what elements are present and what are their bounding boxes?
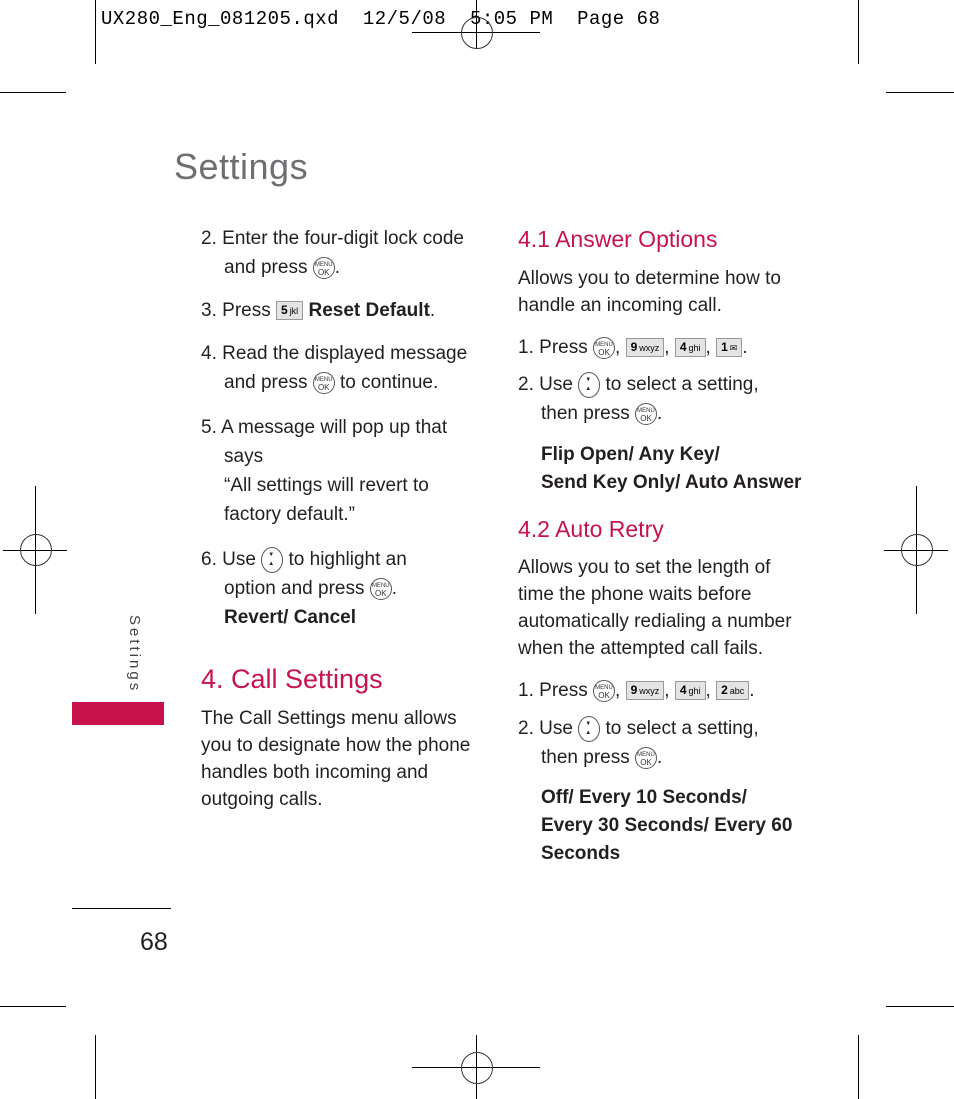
step-4: 4. Read the displayed message and press … bbox=[201, 343, 468, 394]
step-5: 5. A message will pop up that says “All … bbox=[201, 417, 448, 525]
crop-mark bbox=[95, 0, 96, 64]
crop-mark bbox=[0, 92, 66, 93]
key-9-icon: 9 wxyz bbox=[625, 338, 665, 358]
auto-retry-step-1: 1. Press MENU OK, 9 wxyz, 4 ghi, 2 abc. bbox=[518, 679, 755, 702]
section-heading-auto-retry: 4.2 Auto Retry bbox=[518, 516, 664, 542]
key-2-icon: 2 abc bbox=[716, 681, 750, 701]
nav-key-icon bbox=[578, 366, 601, 404]
answer-options-description: Allows you to determine how to handle an… bbox=[518, 268, 781, 316]
menu-ok-icon: MENU OK bbox=[312, 371, 335, 394]
key-1-voicemail-icon: 1 ✉ bbox=[716, 338, 743, 358]
left-column: 2. Enter the four-digit lock code and pr… bbox=[201, 224, 481, 632]
step-3: 3. Press 5 jkl Reset Default. bbox=[201, 300, 436, 321]
auto-retry-choices: Off/ Every 10 Seconds/ Every 30 Seconds/… bbox=[541, 787, 793, 864]
crop-mark bbox=[886, 1006, 954, 1007]
menu-ok-icon: MENU OK bbox=[593, 336, 615, 359]
crop-mark bbox=[886, 92, 954, 93]
call-settings-description: The Call Settings menu allows you to des… bbox=[201, 708, 471, 810]
crop-mark bbox=[0, 1006, 66, 1007]
crop-mark bbox=[858, 0, 859, 64]
step-6: 6. Use to highlight an option and press … bbox=[201, 541, 481, 632]
crop-mark bbox=[95, 1035, 96, 1099]
answer-options-choices: Flip Open/ Any Key/ Send Key Only/ Auto … bbox=[541, 444, 802, 493]
sidebar-section-label: Settings bbox=[126, 615, 143, 694]
step-2: 2. Enter the four-digit lock code and pr… bbox=[201, 228, 464, 279]
answer-options-step-1: 1. Press MENU OK, 9 wxyz, 4 ghi, 1 ✉. bbox=[518, 336, 748, 359]
crop-mark bbox=[858, 1035, 859, 1099]
menu-ok-icon: MENU OK bbox=[312, 256, 335, 279]
section-heading-call-settings: 4. Call Settings bbox=[201, 664, 383, 694]
key-9-icon: 9 wxyz bbox=[625, 681, 665, 701]
key-4-icon: 4 ghi bbox=[674, 338, 706, 358]
section-heading-answer-options: 4.1 Answer Options bbox=[518, 226, 718, 252]
menu-ok-icon: MENU OK bbox=[635, 746, 658, 769]
answer-options-step-2: 2. Use to select a setting, then press M… bbox=[518, 366, 759, 428]
nav-key-icon bbox=[578, 710, 601, 748]
menu-ok-icon: MENU OK bbox=[635, 402, 658, 425]
auto-retry-step-2: 2. Use to select a setting, then press M… bbox=[518, 710, 759, 772]
page-title: Settings bbox=[174, 146, 309, 187]
key-5-icon: 5 jkl bbox=[276, 301, 304, 321]
nav-key-icon bbox=[261, 541, 284, 579]
footer-rule bbox=[72, 908, 171, 909]
print-slug-line: UX280_Eng_081205.qxd 12/5/08 5:05 PM Pag… bbox=[101, 8, 661, 30]
menu-ok-icon: MENU OK bbox=[593, 679, 615, 702]
page-number: 68 bbox=[140, 928, 168, 956]
section-tab-marker bbox=[72, 702, 164, 725]
auto-retry-description: Allows you to set the length of time the… bbox=[518, 557, 792, 659]
menu-ok-icon: MENU OK bbox=[369, 577, 392, 600]
key-4-icon: 4 ghi bbox=[674, 681, 706, 701]
